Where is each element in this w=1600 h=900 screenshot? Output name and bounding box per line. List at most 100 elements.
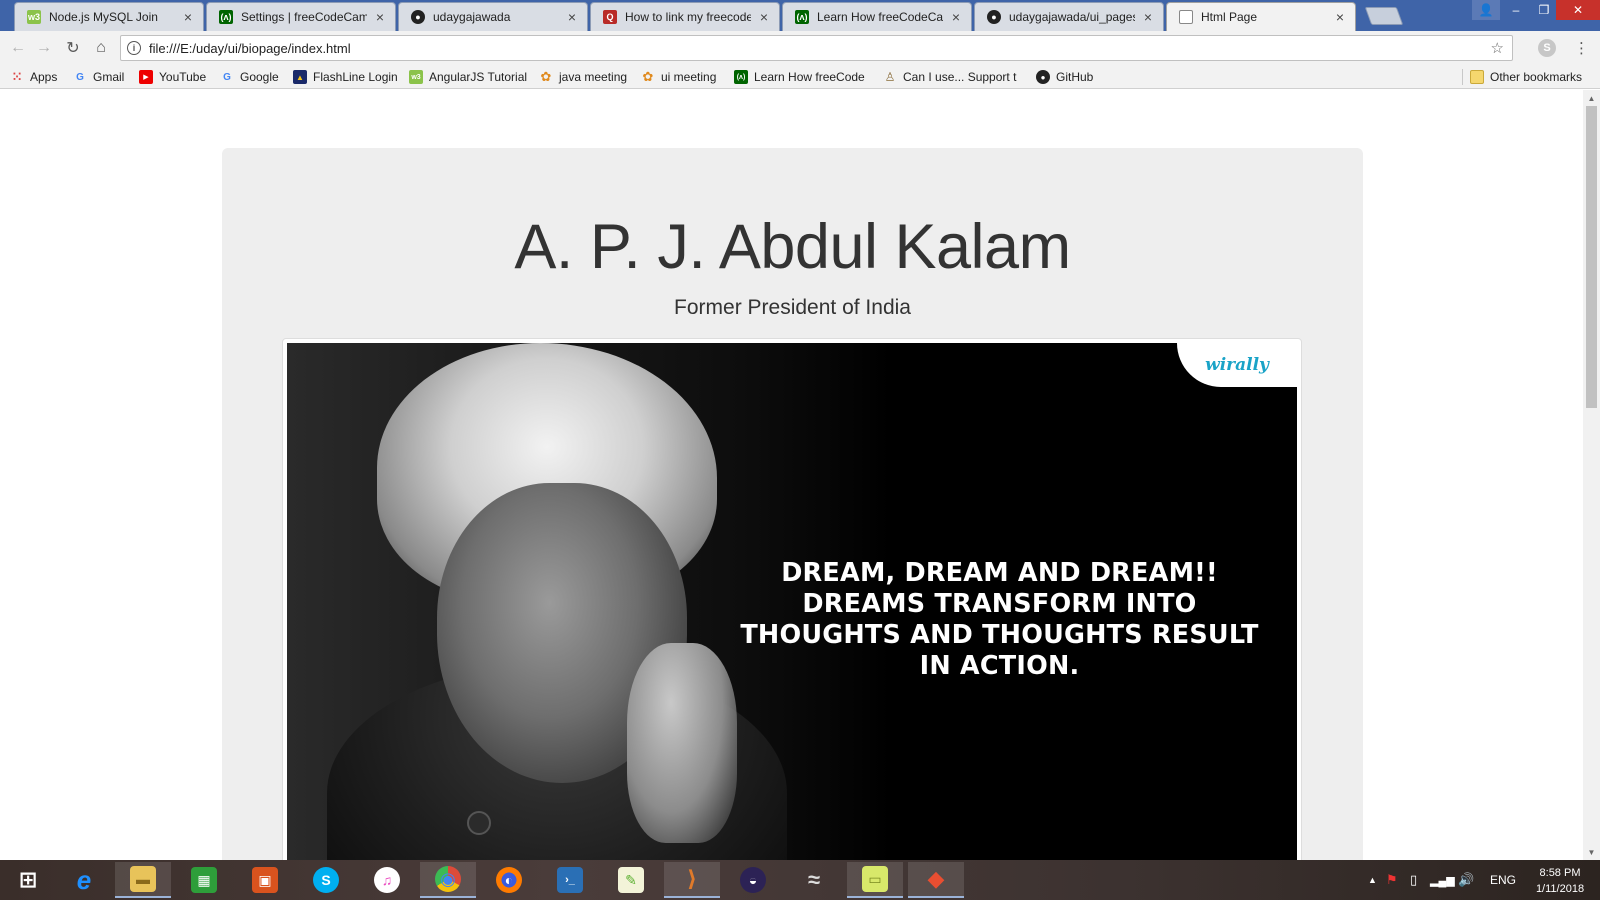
window-close-button[interactable]: ✕ [1556,0,1600,20]
other-bookmarks-label: Other bookmarks [1490,70,1583,84]
other-bookmarks-folder[interactable]: Other bookmarks [1470,68,1595,86]
kalam-quote-image: DREAM, DREAM AND DREAM!! DREAMS TRANSFOR… [287,343,1297,860]
flashline-icon: ▲ [293,70,307,84]
taskbar-firefox[interactable]: ◐ [481,862,537,898]
scroll-down-arrow-icon[interactable]: ▼ [1583,844,1600,860]
forward-arrow-icon[interactable]: → [34,38,54,58]
bookmark-gmail[interactable]: G Gmail [73,68,133,86]
bookmark-ui-meeting[interactable]: ✿ ui meeting [641,68,731,86]
taskbar-powershell[interactable]: ›_ [542,862,598,898]
tab-html-page[interactable]: Html Page × [1166,2,1356,31]
github-icon: ● [987,10,1001,24]
address-bar[interactable]: i file:///E:/uday/ui/biopage/index.html … [120,35,1513,61]
bookmark-angularjs-tutorial[interactable]: w3 AngularJS Tutorial [409,68,539,86]
quora-icon: Q [603,10,617,24]
tab-learn-freecodecamp[interactable]: (ʌ) Learn How freeCodeCam × [782,2,972,31]
apps-grid-icon: ⁙ [11,70,23,84]
bookmark-apps[interactable]: ⁙ Apps [10,68,70,86]
wifi-signal-icon[interactable]: ▂▄▆ [1430,860,1455,900]
bookmark-label: YouTube [159,70,207,84]
network-flag-icon[interactable]: ⚑ [1386,860,1398,900]
freecodecamp-icon: (ʌ) [219,10,233,24]
page-scrollbar[interactable]: ▲ ▼ [1583,90,1600,860]
page-title: A. P. J. Abdul Kalam [514,212,1071,282]
bookmark-github[interactable]: ● GitHub [1036,68,1106,86]
taskbar-eclipse[interactable]: ◒ [725,862,781,898]
notepad-plus-icon: ✎ [618,867,644,893]
show-hidden-icons-icon[interactable]: ▲ [1368,860,1377,900]
bookmark-java-meeting[interactable]: ✿ java meeting [539,68,639,86]
taskbar-itunes[interactable]: ♫ [359,862,415,898]
taskbar-office[interactable]: ▣ [237,862,293,898]
tab-title: How to link my freecode [625,10,751,24]
github-icon: ● [1036,70,1050,84]
sticky-notes-icon: ▭ [862,866,888,892]
close-icon[interactable]: × [373,9,387,25]
taskbar-skype[interactable]: S [298,862,354,898]
new-tab-button[interactable] [1364,7,1404,25]
w3schools-icon: w3 [27,10,41,24]
browser-menu-icon[interactable]: ⋮ [1574,39,1589,57]
start-button[interactable]: ⊞ [0,862,56,898]
info-icon[interactable]: i [127,41,141,55]
close-icon[interactable]: × [949,9,963,25]
bookmarks-bar: ⁙ Apps G Gmail ▶ YouTube G Google ▲ Flas… [0,65,1600,89]
w3schools-icon: w3 [409,70,423,84]
taskbar-file-explorer[interactable]: ▬ [115,862,171,898]
bookmark-google[interactable]: G Google [220,68,290,86]
scrollbar-thumb[interactable] [1586,106,1597,408]
battery-icon[interactable]: ▯ [1410,860,1417,900]
bookmark-flashline-login[interactable]: ▲ FlashLine Login [293,68,405,86]
close-icon[interactable]: × [565,9,579,25]
minimize-button[interactable]: – [1502,0,1530,20]
input-language-indicator[interactable]: ENG [1490,860,1516,900]
taskbar-mysql-workbench[interactable]: ≈ [786,862,842,898]
portrait-hand [627,643,737,843]
bookmark-youtube[interactable]: ▶ YouTube [139,68,214,86]
tab-settings-freecodecamp[interactable]: (ʌ) Settings | freeCodeCamp × [206,2,396,31]
scroll-up-arrow-icon[interactable]: ▲ [1583,90,1600,106]
reload-icon[interactable]: ↻ [63,38,83,58]
internet-explorer-icon: e [76,864,92,895]
bookmark-label: Learn How freeCode [754,70,865,84]
tab-udaygajawada[interactable]: ● udaygajawada × [398,2,588,31]
taskbar-store[interactable]: ▦ [176,862,232,898]
page-icon [1179,10,1193,24]
system-clock[interactable]: 8:58 PM 1/11/2018 [1530,865,1590,897]
taskbar-vscode[interactable]: ⟩ [664,862,720,898]
jumbotron: A. P. J. Abdul Kalam Former President of… [222,148,1363,860]
clock-date: 1/11/2018 [1535,883,1585,895]
file-explorer-icon: ▬ [130,866,156,892]
taskbar-internet-explorer[interactable]: e [56,862,112,898]
close-icon[interactable]: × [1333,9,1347,25]
bookmark-can-i-use[interactable]: ♙ Can I use... Support t [883,68,1033,86]
freecodecamp-icon: (ʌ) [734,70,748,84]
tab-nodejs-mysql-join[interactable]: w3 Node.js MySQL Join × [14,2,204,31]
taskbar-git[interactable]: ◆ [908,862,964,898]
close-icon[interactable]: × [1141,9,1155,25]
user-profile-icon[interactable]: 👤 [1472,0,1500,20]
tab-quora-freecodecamp[interactable]: Q How to link my freecode × [590,2,780,31]
caniuse-icon: ♙ [884,70,896,84]
bookmark-star-icon[interactable]: ☆ [1491,39,1504,57]
bookmark-label: GitHub [1056,70,1094,84]
volume-icon[interactable]: 🔊 [1458,860,1474,900]
bookmarks-divider [1462,69,1463,85]
bookmark-label: Apps [30,70,58,84]
back-arrow-icon[interactable]: ← [8,38,28,58]
skype-extension-icon[interactable]: S [1538,39,1556,57]
page-viewport: A. P. J. Abdul Kalam Former President of… [0,90,1583,860]
bookmark-learn-freecodecamp[interactable]: (ʌ) Learn How freeCode [734,68,882,86]
taskbar-sticky-notes[interactable]: ▭ [847,862,903,898]
bookmark-label: FlashLine Login [313,70,398,84]
url-text[interactable]: file:///E:/uday/ui/biopage/index.html [149,41,1491,56]
freecodecamp-icon: (ʌ) [795,10,809,24]
taskbar-notepad-plus[interactable]: ✎ [603,862,659,898]
maximize-button[interactable]: ❐ [1530,0,1558,20]
close-icon[interactable]: × [181,9,195,25]
home-icon[interactable]: ⌂ [91,38,111,58]
taskbar-chrome[interactable]: ◉ [420,862,476,898]
tab-ui-pages-repo[interactable]: ● udaygajawada/ui_pages × [974,2,1164,31]
eclipse-icon: ◒ [740,867,766,893]
close-icon[interactable]: × [757,9,771,25]
